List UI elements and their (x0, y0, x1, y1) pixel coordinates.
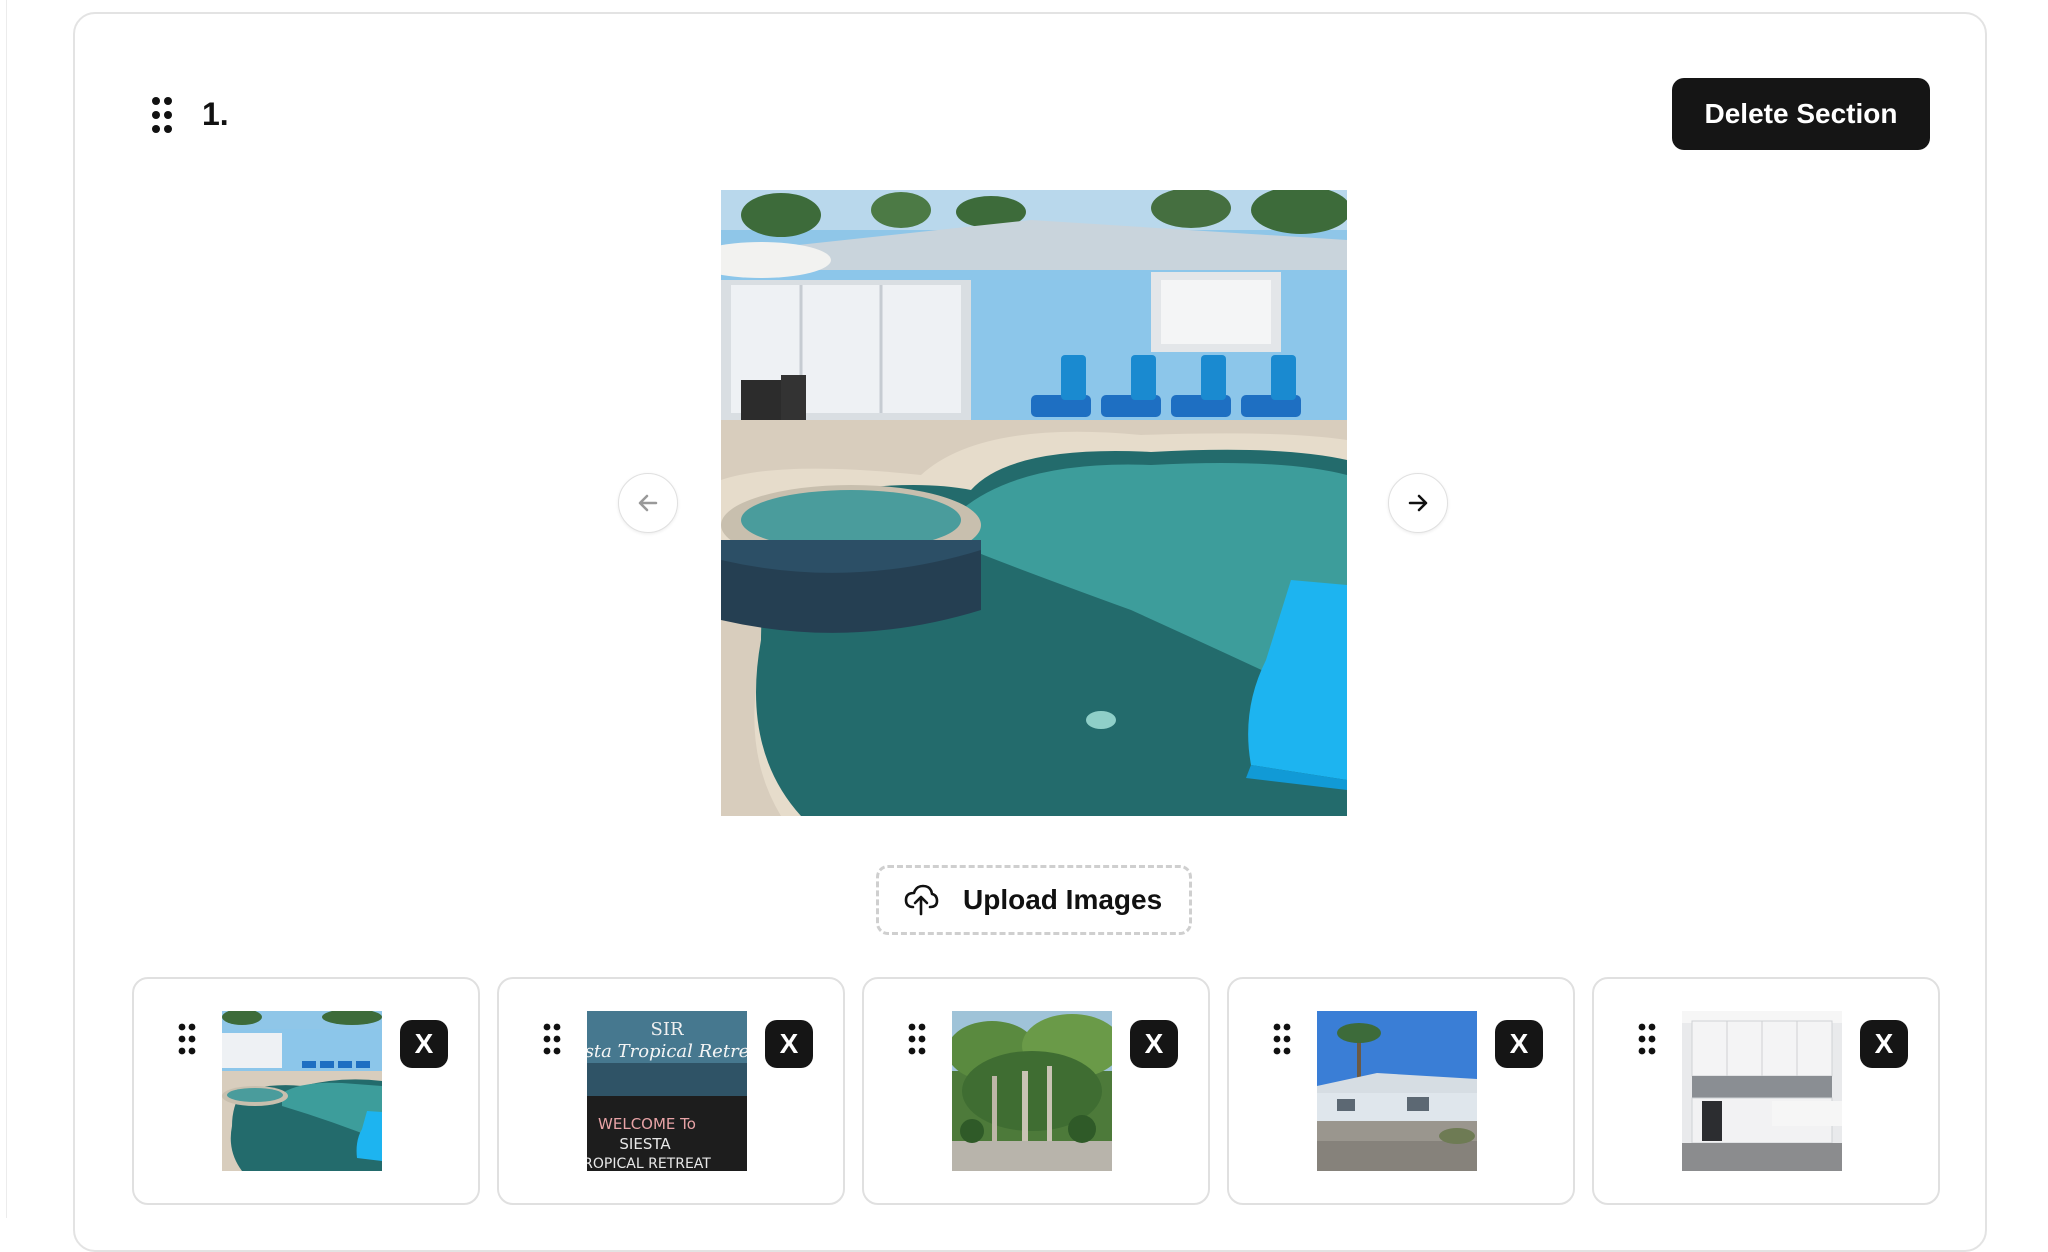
drag-handle-icon[interactable] (1638, 1023, 1656, 1055)
thumbnail-card[interactable]: X (862, 977, 1210, 1205)
thumbnail-card[interactable]: X (132, 977, 480, 1205)
thumbnail-image (1317, 1011, 1477, 1171)
remove-image-button[interactable]: X (765, 1020, 813, 1068)
drag-handle-icon[interactable] (908, 1023, 926, 1055)
thumbnail-card[interactable]: SIR sta Tropical Retre WELCOME To SIESTA… (497, 977, 845, 1205)
upload-images-label: Upload Images (963, 884, 1163, 915)
sign-text-b3: ROPICAL RETREAT (587, 1156, 711, 1171)
remove-image-button[interactable]: X (400, 1020, 448, 1068)
arrow-right-icon (1408, 494, 1428, 512)
thumbnail-image (1682, 1011, 1842, 1171)
carousel-prev-button[interactable] (618, 473, 678, 533)
sign-text-mid: sta Tropical Retre (587, 1041, 747, 1062)
thumbnail-card[interactable]: X (1227, 977, 1575, 1205)
arrow-left-icon (638, 494, 658, 512)
thumbnail-image (952, 1011, 1112, 1171)
sign-text-b2: SIESTA (619, 1135, 671, 1153)
drag-handle-icon[interactable] (178, 1023, 196, 1055)
remove-image-button[interactable]: X (1130, 1020, 1178, 1068)
thumbnail-image (222, 1011, 382, 1171)
delete-section-button[interactable]: Delete Section (1672, 78, 1930, 150)
thumbnail-image: SIR sta Tropical Retre WELCOME To SIESTA… (587, 1011, 747, 1171)
carousel-next-button[interactable] (1388, 473, 1448, 533)
drag-handle-icon[interactable] (150, 96, 174, 134)
page-edge (6, 0, 7, 1218)
remove-image-button[interactable]: X (1860, 1020, 1908, 1068)
thumbnail-card[interactable]: X (1592, 977, 1940, 1205)
section-number: 1. (202, 96, 229, 132)
remove-image-button[interactable]: X (1495, 1020, 1543, 1068)
upload-images-button[interactable]: Upload Images (876, 865, 1192, 935)
carousel-main-image (721, 190, 1347, 816)
drag-handle-icon[interactable] (543, 1023, 561, 1055)
drag-handle-icon[interactable] (1273, 1023, 1291, 1055)
sign-text-b1: WELCOME To (598, 1115, 696, 1133)
sign-text-top: SIR (651, 1019, 684, 1040)
cloud-upload-icon (904, 884, 939, 916)
